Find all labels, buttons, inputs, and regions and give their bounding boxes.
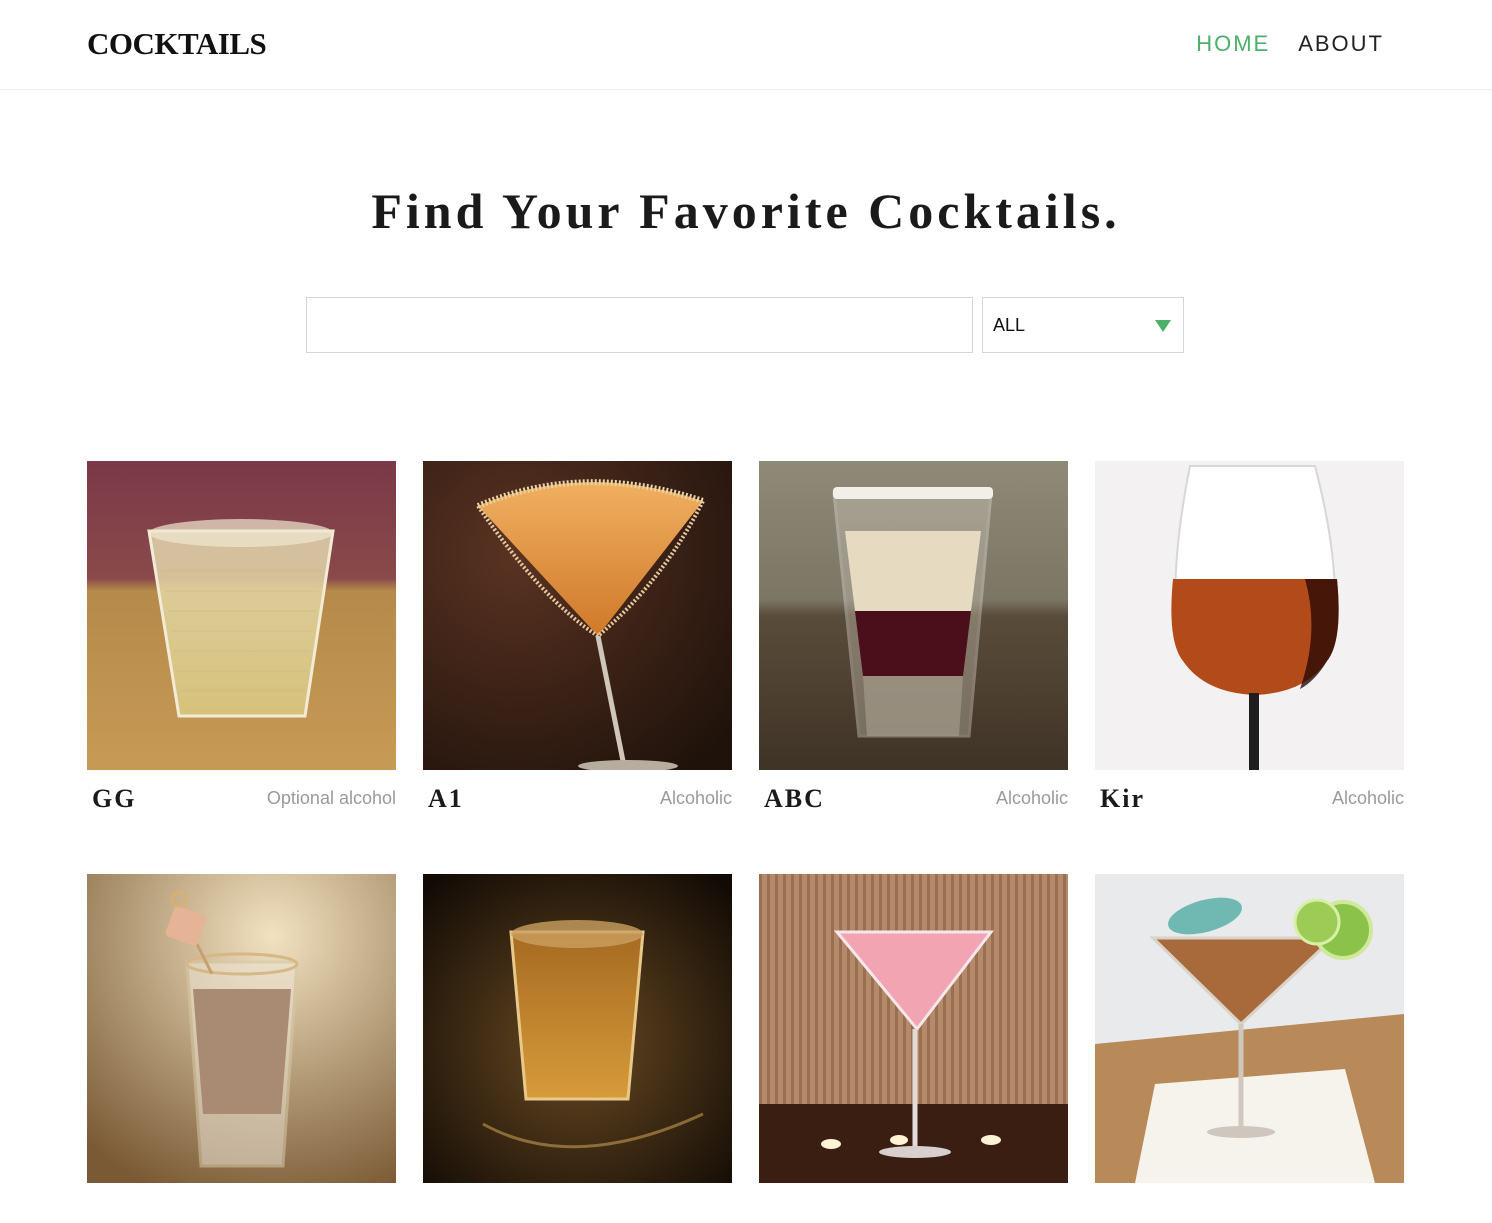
cocktail-type: Optional alcohol	[266, 788, 396, 808]
cocktail-image-wine-glass[interactable]	[1095, 461, 1404, 770]
cocktail-card[interactable]: Kir Alcoholic	[1095, 461, 1404, 813]
cocktail-card[interactable]	[759, 874, 1068, 1223]
page-title: Find Your Favorite Cocktails.	[371, 183, 1121, 239]
cocktail-image-pink-martini[interactable]	[759, 874, 1068, 1183]
cocktail-image-layered-shot[interactable]	[759, 461, 1068, 770]
site-logo[interactable]: COCKTAILS	[87, 26, 267, 62]
nav-link-about[interactable]: ABOUT	[1298, 31, 1384, 57]
cocktail-card[interactable]	[1095, 874, 1404, 1223]
caret-down-icon	[1155, 320, 1171, 332]
cocktail-image-lime-martini[interactable]	[1095, 874, 1404, 1183]
filter-selected-value: ALL	[993, 315, 1026, 335]
cocktail-image-rocks-glass[interactable]	[87, 461, 396, 770]
cocktail-image-cream-shot[interactable]	[87, 874, 396, 1183]
cocktail-name[interactable]: ABC	[764, 784, 825, 814]
cocktail-image-martini[interactable]	[423, 461, 732, 770]
cocktail-name[interactable]: GG	[92, 784, 136, 814]
cocktail-name[interactable]: A1	[428, 784, 464, 814]
cocktail-image-whiskey-shot[interactable]	[423, 874, 732, 1183]
nav-link-home[interactable]: HOME	[1196, 31, 1270, 57]
cocktail-name[interactable]: Kir	[1100, 784, 1145, 814]
category-filter-select[interactable]: ALL	[982, 297, 1184, 353]
search-input[interactable]	[306, 297, 973, 353]
cocktail-type: Alcoholic	[1331, 788, 1404, 808]
main-nav: HOME ABOUT	[1196, 31, 1384, 57]
cocktail-type: Alcoholic	[995, 788, 1068, 808]
top-navigation-bar: COCKTAILS HOME ABOUT	[0, 0, 1492, 90]
cocktail-card[interactable]: A1 Alcoholic	[423, 461, 732, 813]
cocktail-card[interactable]	[423, 874, 732, 1223]
cocktail-type: Alcoholic	[659, 788, 732, 808]
cocktail-card[interactable]: ABC Alcoholic	[759, 461, 1068, 813]
cocktail-card[interactable]: GG Optional alcohol	[87, 461, 396, 813]
cocktail-card[interactable]	[87, 874, 396, 1223]
